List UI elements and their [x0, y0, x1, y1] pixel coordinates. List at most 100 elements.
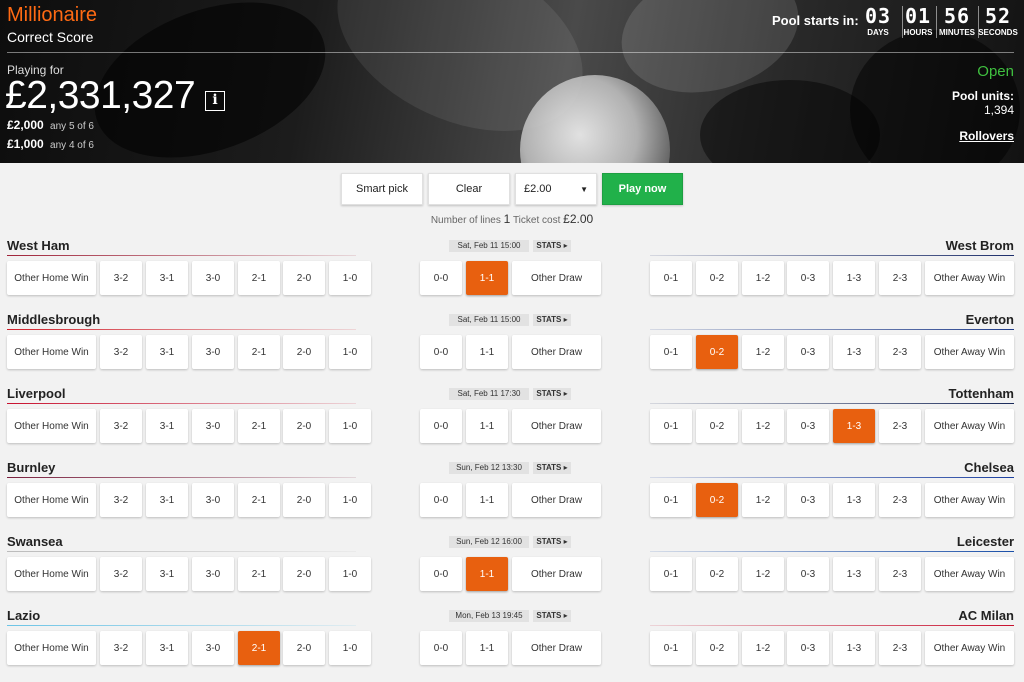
- score-option-home[interactable]: 1-0: [329, 557, 371, 591]
- score-option-away[interactable]: Other Away Win: [925, 409, 1014, 443]
- score-option-away[interactable]: 1-3: [833, 261, 875, 295]
- stats-button[interactable]: STATS ▸: [533, 536, 571, 548]
- score-option-home[interactable]: 3-1: [146, 557, 188, 591]
- score-option-home[interactable]: 2-0: [283, 409, 325, 443]
- score-option-home[interactable]: 3-2: [100, 335, 142, 369]
- smart-pick-button[interactable]: Smart pick: [341, 173, 423, 205]
- score-option-home[interactable]: 3-0: [192, 261, 234, 295]
- score-option-away-selected[interactable]: 1-3: [833, 409, 875, 443]
- play-now-button[interactable]: Play now: [602, 173, 683, 205]
- stats-button[interactable]: STATS ▸: [533, 314, 571, 326]
- score-option-home[interactable]: 3-0: [192, 631, 234, 665]
- score-option-away[interactable]: 0-2: [696, 631, 738, 665]
- score-option-away[interactable]: 0-1: [650, 631, 692, 665]
- score-option-away[interactable]: 1-2: [742, 335, 784, 369]
- score-option-home[interactable]: 2-1: [238, 409, 280, 443]
- score-option-home[interactable]: 3-2: [100, 483, 142, 517]
- score-option-home[interactable]: 3-1: [146, 261, 188, 295]
- score-option-home[interactable]: Other Home Win: [7, 483, 96, 517]
- score-option-away[interactable]: 0-3: [787, 261, 829, 295]
- score-option-away[interactable]: 1-2: [742, 261, 784, 295]
- score-option-away[interactable]: Other Away Win: [925, 335, 1014, 369]
- score-option-away[interactable]: 0-1: [650, 409, 692, 443]
- score-option-away[interactable]: 2-3: [879, 631, 921, 665]
- score-option-home[interactable]: 1-0: [329, 409, 371, 443]
- score-option-draw[interactable]: 0-0: [420, 631, 462, 665]
- score-option-away[interactable]: 1-3: [833, 557, 875, 591]
- score-option-home[interactable]: 3-2: [100, 409, 142, 443]
- score-option-home[interactable]: 2-0: [283, 261, 325, 295]
- score-option-draw[interactable]: Other Draw: [512, 557, 601, 591]
- score-option-away[interactable]: 1-2: [742, 557, 784, 591]
- score-option-home[interactable]: 3-1: [146, 483, 188, 517]
- score-option-draw[interactable]: 1-1: [466, 483, 508, 517]
- score-option-draw[interactable]: 0-0: [420, 335, 462, 369]
- score-option-away[interactable]: 0-1: [650, 261, 692, 295]
- score-option-away-selected[interactable]: 0-2: [696, 483, 738, 517]
- score-option-draw[interactable]: 1-1: [466, 631, 508, 665]
- score-option-home[interactable]: 3-1: [146, 335, 188, 369]
- score-option-home[interactable]: 2-1: [238, 261, 280, 295]
- score-option-away[interactable]: Other Away Win: [925, 261, 1014, 295]
- score-option-away-selected[interactable]: 0-2: [696, 335, 738, 369]
- info-icon[interactable]: i: [205, 91, 225, 111]
- score-option-away[interactable]: 2-3: [879, 557, 921, 591]
- stats-button[interactable]: STATS ▸: [533, 240, 571, 252]
- score-option-away[interactable]: Other Away Win: [925, 631, 1014, 665]
- score-option-draw[interactable]: Other Draw: [512, 483, 601, 517]
- score-option-draw[interactable]: 1-1: [466, 335, 508, 369]
- rollovers-link[interactable]: Rollovers: [959, 129, 1014, 143]
- score-option-away[interactable]: 0-3: [787, 557, 829, 591]
- score-option-home[interactable]: 3-0: [192, 409, 234, 443]
- score-option-away[interactable]: 1-2: [742, 409, 784, 443]
- score-option-draw[interactable]: Other Draw: [512, 261, 601, 295]
- score-option-away[interactable]: 0-2: [696, 261, 738, 295]
- score-option-home[interactable]: 3-2: [100, 261, 142, 295]
- score-option-away[interactable]: 2-3: [879, 335, 921, 369]
- score-option-home[interactable]: 3-0: [192, 557, 234, 591]
- score-option-home[interactable]: 3-2: [100, 631, 142, 665]
- score-option-away[interactable]: 1-2: [742, 631, 784, 665]
- score-option-home[interactable]: 1-0: [329, 483, 371, 517]
- score-option-away[interactable]: 1-2: [742, 483, 784, 517]
- score-option-home[interactable]: 2-0: [283, 631, 325, 665]
- score-option-draw[interactable]: Other Draw: [512, 631, 601, 665]
- score-option-away[interactable]: 0-1: [650, 335, 692, 369]
- score-option-draw[interactable]: 0-0: [420, 557, 462, 591]
- score-option-home[interactable]: 2-1: [238, 335, 280, 369]
- score-option-draw[interactable]: 0-0: [420, 261, 462, 295]
- score-option-away[interactable]: 2-3: [879, 261, 921, 295]
- score-option-draw[interactable]: Other Draw: [512, 335, 601, 369]
- stats-button[interactable]: STATS ▸: [533, 610, 571, 622]
- score-option-away[interactable]: 2-3: [879, 409, 921, 443]
- score-option-away[interactable]: 2-3: [879, 483, 921, 517]
- stats-button[interactable]: STATS ▸: [533, 388, 571, 400]
- score-option-away[interactable]: 1-3: [833, 483, 875, 517]
- score-option-home[interactable]: 1-0: [329, 631, 371, 665]
- score-option-draw[interactable]: Other Draw: [512, 409, 601, 443]
- score-option-home[interactable]: 3-1: [146, 631, 188, 665]
- score-option-away[interactable]: 0-3: [787, 631, 829, 665]
- score-option-away[interactable]: Other Away Win: [925, 483, 1014, 517]
- score-option-home[interactable]: 2-0: [283, 483, 325, 517]
- score-option-home[interactable]: Other Home Win: [7, 409, 96, 443]
- stats-button[interactable]: STATS ▸: [533, 462, 571, 474]
- score-option-home[interactable]: 2-0: [283, 557, 325, 591]
- score-option-home[interactable]: Other Home Win: [7, 557, 96, 591]
- score-option-away[interactable]: 0-3: [787, 409, 829, 443]
- score-option-home[interactable]: 3-1: [146, 409, 188, 443]
- score-option-away[interactable]: 0-3: [787, 483, 829, 517]
- score-option-away[interactable]: 0-2: [696, 557, 738, 591]
- score-option-home-selected[interactable]: 2-1: [238, 631, 280, 665]
- score-option-home[interactable]: 2-0: [283, 335, 325, 369]
- score-option-away[interactable]: 1-3: [833, 631, 875, 665]
- score-option-draw[interactable]: 1-1: [466, 409, 508, 443]
- score-option-draw[interactable]: 0-0: [420, 483, 462, 517]
- score-option-away[interactable]: 0-3: [787, 335, 829, 369]
- clear-button[interactable]: Clear: [428, 173, 510, 205]
- score-option-away[interactable]: 0-1: [650, 557, 692, 591]
- score-option-home[interactable]: 3-0: [192, 483, 234, 517]
- score-option-draw[interactable]: 0-0: [420, 409, 462, 443]
- stake-select[interactable]: £2.00 ▼: [515, 173, 597, 205]
- score-option-draw-selected[interactable]: 1-1: [466, 261, 508, 295]
